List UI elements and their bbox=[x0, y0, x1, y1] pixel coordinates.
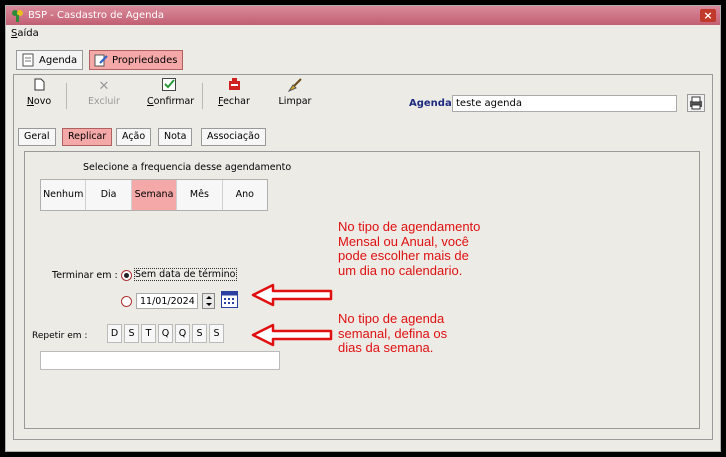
toolbar-separator bbox=[202, 83, 203, 109]
agenda-name-input[interactable] bbox=[452, 95, 677, 112]
menu-item-saida[interactable]: Saída bbox=[11, 25, 39, 42]
frequency-label: Selecione a frequencia desse agendamento bbox=[83, 162, 292, 173]
window-title: BSP - Casdastro de Agenda bbox=[28, 10, 164, 21]
label-novo: ovo bbox=[33, 96, 52, 107]
freq-option-ano[interactable]: Ano bbox=[223, 180, 267, 210]
repeat-label: Repetir em : bbox=[32, 331, 88, 341]
tab-propriedades[interactable]: Propriedades bbox=[89, 50, 184, 70]
label-excluir: Excluir bbox=[88, 96, 120, 107]
freq-option-dia[interactable]: Dia bbox=[86, 180, 132, 210]
day-button-saturday[interactable]: S bbox=[209, 324, 224, 343]
radio-end-date[interactable] bbox=[121, 296, 132, 307]
fechar-button[interactable]: Fechar bbox=[212, 78, 256, 114]
replicar-content: Selecione a frequencia desse agendamento… bbox=[24, 151, 700, 429]
subtab-nota[interactable]: Nota bbox=[158, 128, 193, 146]
check-icon bbox=[147, 78, 191, 96]
delete-x-icon: ✕ bbox=[98, 79, 110, 94]
print-button[interactable] bbox=[687, 94, 705, 112]
properties-panel: Novo ✕ Excluir Confirmar Fechar Limpar A… bbox=[13, 74, 713, 440]
new-document-icon bbox=[17, 78, 61, 96]
frequency-selector: Nenhum Dia Semana Mês Ano bbox=[40, 179, 268, 211]
close-box-icon bbox=[212, 78, 256, 96]
weekday-annotation: No tipo de agenda semanal, defina os dia… bbox=[338, 311, 448, 356]
end-label: Terminar em : bbox=[52, 270, 118, 281]
arrow-left-icon bbox=[251, 283, 333, 307]
tab-agenda[interactable]: Agenda bbox=[16, 50, 84, 70]
printer-icon bbox=[690, 96, 702, 110]
freq-option-nenhum[interactable]: Nenhum bbox=[41, 180, 87, 210]
close-button[interactable]: × bbox=[700, 9, 716, 22]
subtab-acao[interactable]: Ação bbox=[116, 128, 152, 146]
app-logo-icon bbox=[12, 10, 23, 22]
calendar-annotation: No tipo de agendamento Mensal ou Anual, … bbox=[338, 219, 481, 278]
novo-button[interactable]: Novo bbox=[17, 78, 61, 114]
annotation-line: Mensal ou Anual, você bbox=[338, 233, 469, 249]
limpar-button[interactable]: Limpar bbox=[273, 78, 317, 114]
day-button-monday[interactable]: S bbox=[124, 324, 139, 343]
notepad-icon bbox=[22, 53, 34, 67]
accel-c: C bbox=[147, 96, 154, 107]
title-bar: BSP - Casdastro de Agenda × bbox=[6, 6, 720, 25]
arrow-left-icon bbox=[251, 323, 333, 347]
day-button-tuesday[interactable]: T bbox=[141, 324, 156, 343]
annotation-line: dias da semana. bbox=[338, 340, 434, 355]
subtab-associacao[interactable]: Associação bbox=[201, 128, 266, 146]
annotation-line: No tipo de agenda bbox=[338, 311, 445, 326]
excluir-button[interactable]: ✕ Excluir bbox=[82, 78, 126, 114]
day-button-wednesday[interactable]: Q bbox=[158, 324, 173, 343]
day-button-friday[interactable]: S bbox=[192, 324, 207, 343]
tab-label: Propriedades bbox=[112, 54, 178, 66]
day-button-sunday[interactable]: D bbox=[107, 324, 122, 343]
annotation-line: semanal, defina os bbox=[338, 325, 448, 341]
tab-label: Agenda bbox=[39, 54, 78, 66]
freq-option-mes[interactable]: Mês bbox=[177, 180, 223, 210]
label-limpar: Limpar bbox=[278, 96, 312, 107]
label-confirmar: onfirmar bbox=[153, 96, 195, 107]
accel-n: N bbox=[26, 96, 34, 107]
date-spin-button[interactable] bbox=[202, 293, 215, 309]
label-fechar: echar bbox=[223, 96, 250, 107]
agenda-label: Agenda bbox=[409, 98, 452, 109]
subtab-geral[interactable]: Geral bbox=[18, 128, 56, 146]
end-date-input[interactable] bbox=[136, 293, 198, 309]
selected-days-field[interactable] bbox=[40, 351, 280, 370]
annotation-line: um dia no calendario. bbox=[338, 262, 463, 278]
confirmar-button[interactable]: Confirmar bbox=[147, 78, 194, 114]
edit-document-icon bbox=[94, 54, 108, 67]
annotation-line: No tipo de agendamento bbox=[338, 219, 481, 234]
subtab-replicar[interactable]: Replicar bbox=[62, 128, 113, 146]
freq-option-semana[interactable]: Semana bbox=[131, 180, 178, 210]
annotation-line: pode escolher mais de bbox=[338, 248, 469, 263]
menu-label-rest: aída bbox=[17, 28, 39, 39]
no-end-date-label[interactable]: Sem data de término bbox=[134, 268, 237, 281]
radio-no-end-date[interactable] bbox=[121, 270, 132, 281]
broom-icon bbox=[273, 78, 317, 96]
menu-bar: Saída bbox=[6, 25, 720, 42]
app-window: BSP - Casdastro de Agenda × Saída Agenda… bbox=[5, 5, 721, 452]
day-button-thursday[interactable]: Q bbox=[175, 324, 190, 343]
toolbar-separator bbox=[66, 83, 67, 109]
calendar-icon[interactable] bbox=[221, 291, 238, 308]
